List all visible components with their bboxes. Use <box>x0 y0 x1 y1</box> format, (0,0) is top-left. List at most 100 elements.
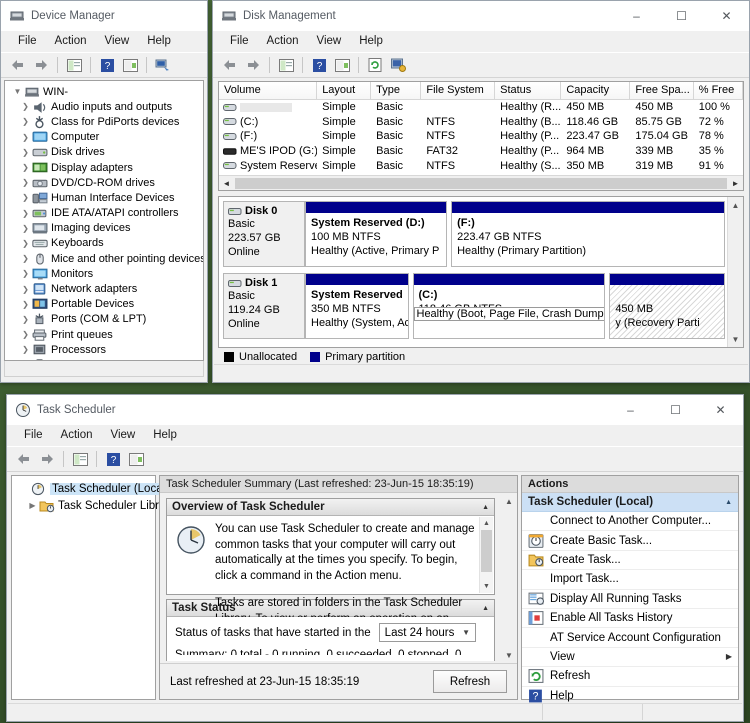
chevron-right-icon[interactable]: ❯ <box>19 239 32 248</box>
summary-vertical-scrollbar[interactable]: ▲ ▼ <box>501 493 517 663</box>
chevron-right-icon[interactable]: ❯ <box>19 315 32 324</box>
tree-item-display-adapters[interactable]: ❯ Display adapters <box>5 160 203 175</box>
action-item-create-task[interactable]: Create Task... <box>522 551 738 571</box>
menu-help[interactable]: Help <box>138 33 180 50</box>
chevron-right-icon[interactable]: ❯ <box>19 193 32 202</box>
back-arrow-icon[interactable] <box>13 449 35 470</box>
action-item-at-service-account-configuration[interactable]: AT Service Account Configuration <box>522 628 738 648</box>
column-header-volume[interactable]: Volume <box>219 82 318 100</box>
menu-file[interactable]: File <box>221 33 258 50</box>
action-item-refresh[interactable]: Refresh <box>522 667 738 687</box>
menu-view[interactable]: View <box>96 33 139 50</box>
forward-arrow-icon[interactable] <box>36 449 58 470</box>
chevron-right-icon[interactable]: ❯ <box>19 224 32 233</box>
chevron-right-icon[interactable]: ❯ <box>19 178 32 187</box>
scroll-thumb[interactable] <box>481 530 492 572</box>
partition-block[interactable]: (F:) 223.47 GB NTFS Healthy (Primary Parti… <box>451 201 725 267</box>
column-header-layout[interactable]: Layout <box>317 82 372 100</box>
action-item-connect-to-another-computer[interactable]: Connect to Another Computer... <box>522 512 738 532</box>
chevron-right-icon[interactable]: ❯ <box>19 117 32 126</box>
scroll-down-icon[interactable]: ▼ <box>728 331 743 347</box>
column-header-type[interactable]: Type <box>371 82 422 100</box>
scroll-down-icon[interactable]: ▼ <box>480 580 493 593</box>
column-header-status[interactable]: Status <box>495 82 562 100</box>
menu-help[interactable]: Help <box>144 427 186 444</box>
partition-block[interactable]: (C:)118.46 GB NTFSHealthy (Boot, Page Fi… <box>412 273 606 339</box>
back-arrow-icon[interactable] <box>7 55 29 76</box>
menu-file[interactable]: File <box>9 33 46 50</box>
partition-block[interactable]: System Reserved 350 MB NTFS Healthy (Syste… <box>305 273 409 339</box>
chevron-down-icon[interactable]: ▼ <box>11 87 24 96</box>
show-hide-console-tree-icon[interactable] <box>275 55 297 76</box>
forward-arrow-icon[interactable] <box>242 55 264 76</box>
device-tree[interactable]: ▼ WIN- ❯ Audio inputs and outputs ❯ Class for… <box>4 80 204 361</box>
overview-scrollbar[interactable]: ▲ ▼ <box>479 517 493 593</box>
close-button[interactable]: ✕ <box>704 1 749 31</box>
tree-item-network-adapters[interactable]: ❯ Network adapters <box>5 281 203 296</box>
tree-item-task-scheduler-local[interactable]: Task Scheduler (Local) <box>12 480 171 497</box>
tree-item-task-scheduler-library[interactable]: ▶ Task Scheduler Library <box>12 497 175 514</box>
tree-item-mice-and-other-pointing-devices[interactable]: ❯ Mice and other pointing devices <box>5 251 203 266</box>
overview-section-header[interactable]: Overview of Task Scheduler ▲ <box>167 499 494 516</box>
refresh-button[interactable]: Refresh <box>433 670 507 693</box>
action-item-enable-all-tasks-history[interactable]: Enable All Tasks History <box>522 609 738 629</box>
tree-item-processors[interactable]: ❯ Processors <box>5 342 203 357</box>
action-item-import-task[interactable]: Import Task... <box>522 570 738 590</box>
chevron-right-icon[interactable]: ❯ <box>19 209 32 218</box>
menu-action[interactable]: Action <box>258 33 308 50</box>
scroll-thumb[interactable] <box>235 177 727 189</box>
table-row[interactable]: ME'S IPOD (G:) Simple Basic FAT32 Healthy (P… <box>219 144 743 159</box>
scroll-up-icon[interactable]: ▲ <box>480 517 493 530</box>
chevron-right-icon[interactable]: ❯ <box>19 285 32 294</box>
column-header-free-spa[interactable]: Free Spa... <box>630 82 694 100</box>
chevron-right-icon[interactable]: ❯ <box>19 345 32 354</box>
tree-item-monitors[interactable]: ❯ Monitors <box>5 266 203 281</box>
chevron-right-icon[interactable]: ❯ <box>19 148 32 157</box>
help-icon[interactable]: ? <box>96 55 118 76</box>
action-item-view[interactable]: View ▶ <box>522 648 738 668</box>
tree-item-ports-com-lpt[interactable]: ❯ Ports (COM & LPT) <box>5 312 203 327</box>
back-arrow-icon[interactable] <box>219 55 241 76</box>
rescan-disks-icon[interactable] <box>364 55 386 76</box>
scroll-right-icon[interactable]: ► <box>728 176 743 190</box>
tree-item-keyboards[interactable]: ❯ Keyboards <box>5 236 203 251</box>
menu-action[interactable]: Action <box>46 33 96 50</box>
menu-file[interactable]: File <box>15 427 52 444</box>
table-row[interactable]: System Reserved Simple Basic NTFS Healthy (S… <box>219 158 743 173</box>
scroll-up-icon[interactable]: ▲ <box>501 493 517 509</box>
collapse-triangle-icon[interactable]: ▲ <box>725 499 732 506</box>
menu-view[interactable]: View <box>102 427 145 444</box>
volume-horizontal-scrollbar[interactable]: ◄ ► <box>219 175 743 190</box>
properties-icon[interactable] <box>125 449 147 470</box>
column-header-capacity[interactable]: Capacity <box>561 82 631 100</box>
tree-item-computer[interactable]: ❯ Computer <box>5 130 203 145</box>
chevron-right-icon[interactable]: ❯ <box>19 102 32 111</box>
menu-action[interactable]: Action <box>52 427 102 444</box>
menu-help[interactable]: Help <box>350 33 392 50</box>
tree-item-print-queues[interactable]: ❯ Print queues <box>5 327 203 342</box>
chevron-right-icon[interactable]: ▶ <box>26 501 39 510</box>
properties-icon[interactable] <box>119 55 141 76</box>
action-item-create-basic-task[interactable]: Create Basic Task... <box>522 531 738 551</box>
chevron-right-icon[interactable]: ❯ <box>19 269 32 278</box>
show-hide-console-tree-icon[interactable] <box>63 55 85 76</box>
tree-item-disk-drives[interactable]: ❯ Disk drives <box>5 145 203 160</box>
maximize-button[interactable]: ☐ <box>653 395 698 425</box>
collapse-triangle-icon[interactable]: ▲ <box>482 605 489 612</box>
chevron-right-icon[interactable]: ❯ <box>19 300 32 309</box>
close-button[interactable]: ✕ <box>698 395 743 425</box>
device-manager-titlebar[interactable]: Device Manager <box>1 1 207 31</box>
tree-item-root[interactable]: ▼ WIN- <box>5 84 203 99</box>
disk-info[interactable]: Disk 0 Basic 223.57 GB Online <box>223 201 305 267</box>
tree-item-portable-devices[interactable]: ❯ Portable Devices <box>5 297 203 312</box>
scroll-left-icon[interactable]: ◄ <box>219 176 234 190</box>
table-row[interactable]: Simple Basic Healthy (R... 450 MB 450 MB 100 … <box>219 100 743 115</box>
tree-item-dvd-cd-rom-drives[interactable]: ❯ DVD/CD-ROM drives <box>5 175 203 190</box>
actions-group-header[interactable]: Task Scheduler (Local) ▲ <box>522 493 738 512</box>
chevron-right-icon[interactable]: ❯ <box>19 254 32 263</box>
chevron-right-icon[interactable]: ❯ <box>19 330 32 339</box>
task-scheduler-titlebar[interactable]: Task Scheduler – ☐ ✕ <box>7 395 743 425</box>
chevron-right-icon[interactable]: ❯ <box>19 163 32 172</box>
tree-item-class-for-pdiports-devices[interactable]: ❯ Class for PdiPorts devices <box>5 114 203 129</box>
scroll-down-icon[interactable]: ▼ <box>501 647 517 663</box>
